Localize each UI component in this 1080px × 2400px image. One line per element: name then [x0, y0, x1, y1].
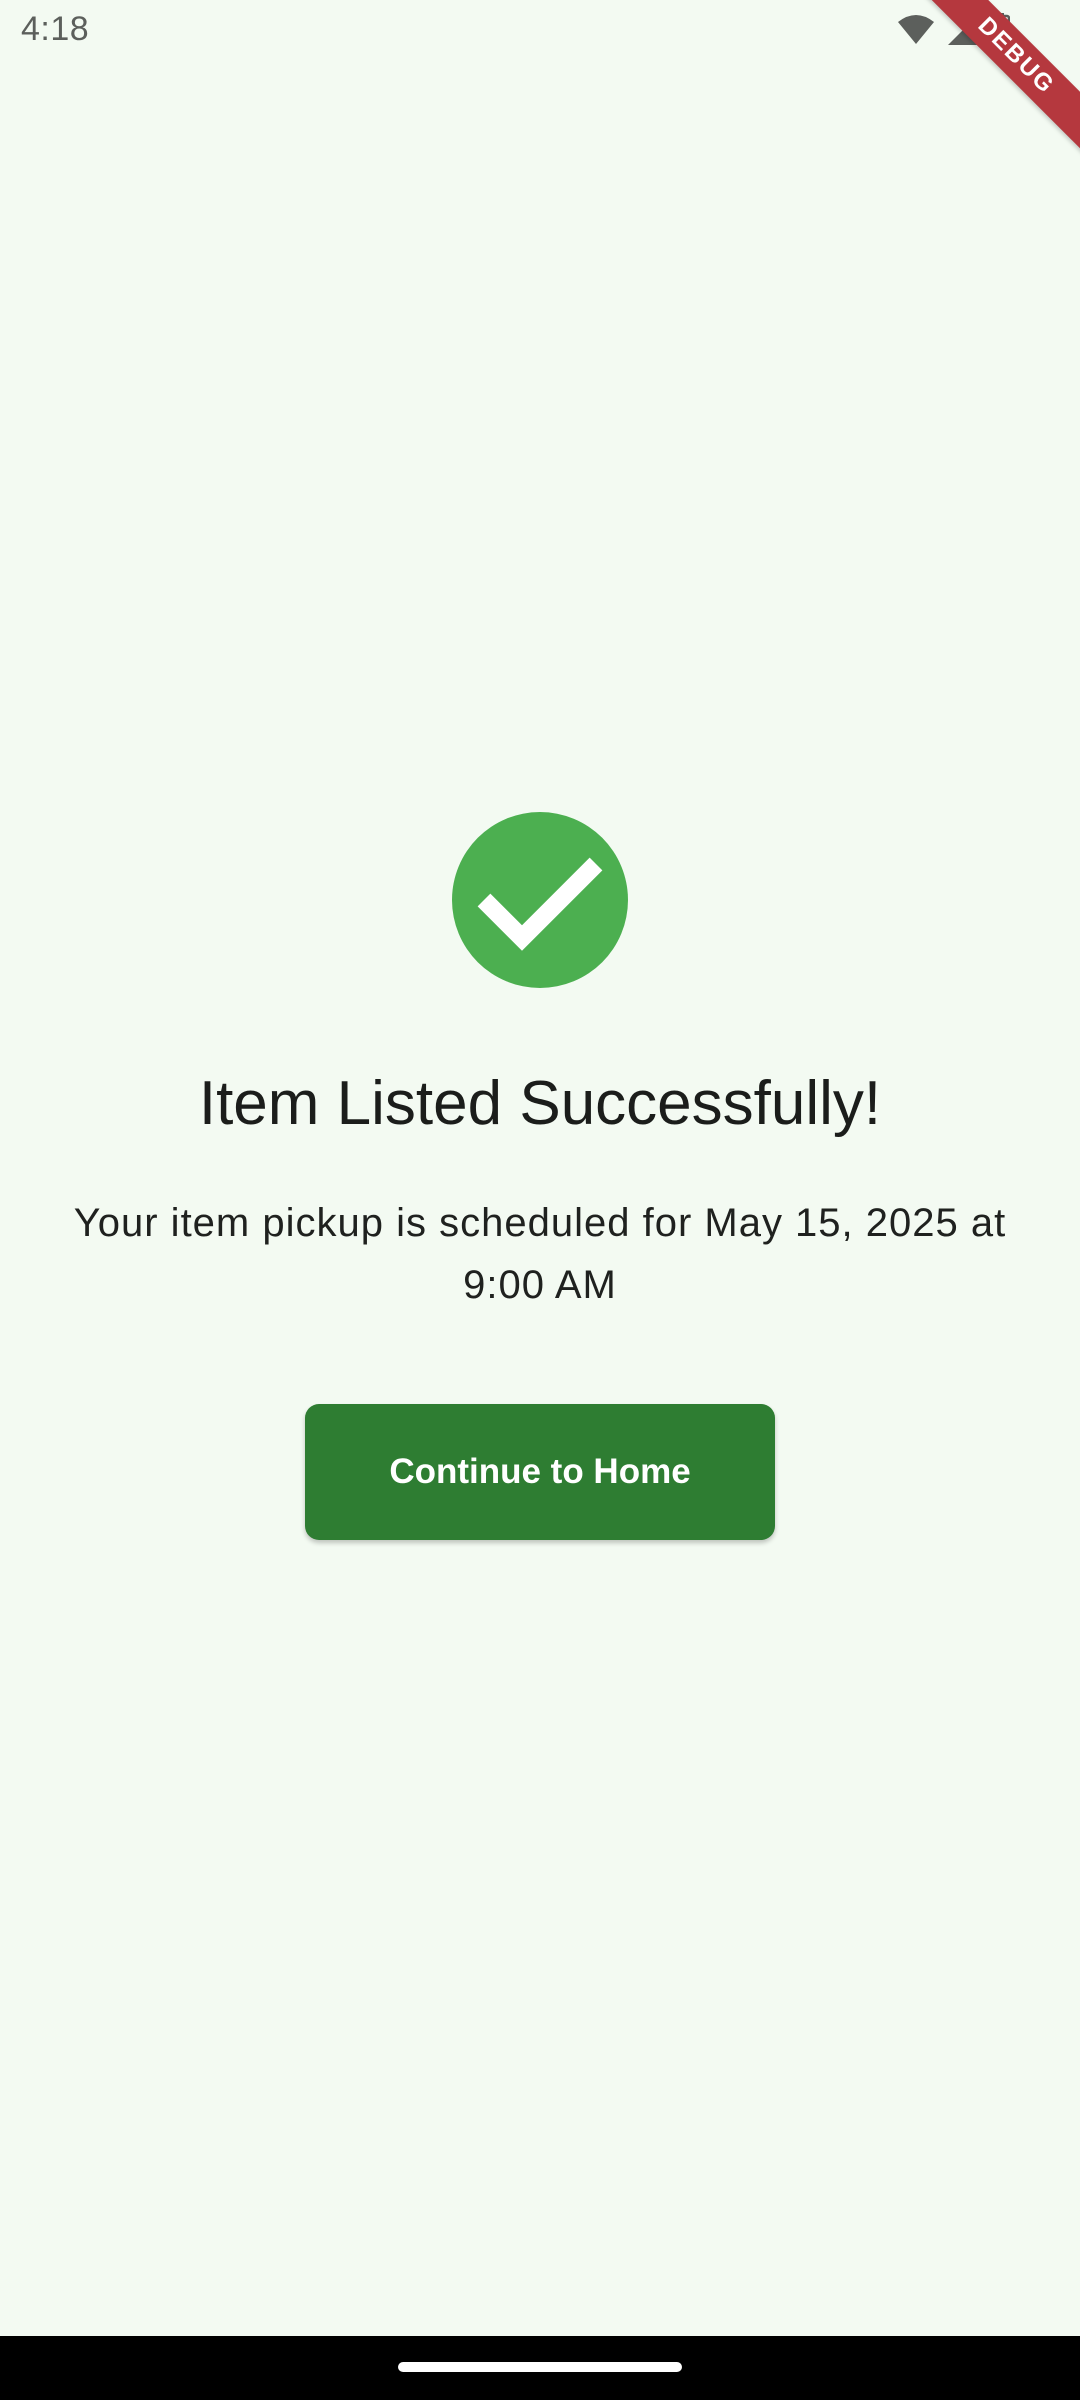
check-circle-icon	[452, 812, 628, 988]
home-indicator[interactable]	[398, 2362, 682, 2372]
continue-to-home-button[interactable]: Continue to Home	[305, 1404, 775, 1540]
battery-icon	[990, 13, 1010, 47]
pickup-schedule-message: Your item pickup is scheduled for May 15…	[73, 1201, 1007, 1307]
success-title: Item Listed Successfully!	[198, 1069, 882, 1138]
status-icons	[896, 12, 1010, 48]
wifi-icon	[896, 14, 936, 46]
status-time: 4:18	[21, 10, 90, 48]
signal-icon	[946, 13, 980, 47]
status-bar: 4:18	[0, 0, 1080, 66]
